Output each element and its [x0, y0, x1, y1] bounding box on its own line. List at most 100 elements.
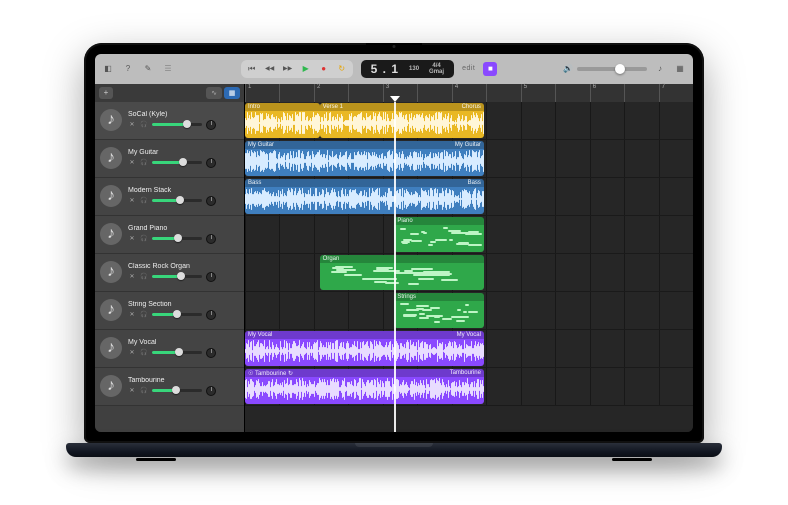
track-header[interactable]: ♪My Guitar✕🎧	[95, 140, 244, 178]
view-menu-button[interactable]: ▦	[673, 62, 687, 76]
track-lane[interactable]: Strings	[245, 292, 693, 330]
master-volume-knob[interactable]	[615, 64, 625, 74]
track-header[interactable]: ♪SoCal (Kyle)✕🎧	[95, 102, 244, 140]
track-volume-knob[interactable]	[173, 310, 181, 318]
track-lane[interactable]: My GuitarMy Guitar	[245, 140, 693, 178]
track-header[interactable]: ♪Tambourine✕🎧	[95, 368, 244, 406]
ruler-bar[interactable]: 5	[521, 84, 555, 102]
track-volume-knob[interactable]	[183, 120, 191, 128]
automation-toggle[interactable]: ∿	[206, 87, 222, 99]
play-button[interactable]: ▶	[299, 62, 313, 76]
ruler-bar[interactable]	[417, 84, 451, 102]
ruler-bar[interactable]: 6	[590, 84, 624, 102]
track-header[interactable]: ♪Grand Piano✕🎧	[95, 216, 244, 254]
track-volume-knob[interactable]	[172, 386, 180, 394]
ruler-bar[interactable]	[279, 84, 313, 102]
mute-button[interactable]: ✕	[128, 349, 136, 357]
track-volume-slider[interactable]	[152, 161, 202, 164]
track-volume-slider[interactable]	[152, 199, 202, 202]
playhead[interactable]	[394, 102, 396, 432]
track-volume-knob[interactable]	[179, 158, 187, 166]
track-volume-knob[interactable]	[176, 196, 184, 204]
track-volume-slider[interactable]	[152, 123, 202, 126]
region[interactable]: Piano	[394, 217, 484, 252]
master-volume[interactable]: 🔊	[563, 64, 647, 73]
rewind-button[interactable]: ◀◀	[263, 62, 277, 76]
track-lane[interactable]: My VocalMy Vocal	[245, 330, 693, 368]
solo-button[interactable]: 🎧	[140, 235, 148, 243]
add-track-button[interactable]: +	[99, 87, 113, 99]
ruler-bar[interactable]	[555, 84, 589, 102]
track-header[interactable]: ♪String Section✕🎧	[95, 292, 244, 330]
stop-button[interactable]: ■	[483, 62, 497, 76]
solo-button[interactable]: 🎧	[140, 311, 148, 319]
ruler-bar[interactable]: 4	[452, 84, 486, 102]
mute-button[interactable]: ✕	[128, 197, 136, 205]
track-volume-knob[interactable]	[175, 348, 183, 356]
track-volume-knob[interactable]	[177, 272, 185, 280]
track-volume-slider[interactable]	[152, 275, 202, 278]
editors-button[interactable]: ✎	[141, 62, 155, 76]
track-volume-slider[interactable]	[152, 389, 202, 392]
edit-label[interactable]: edit	[462, 65, 475, 72]
track-header[interactable]: ♪Modern Stack✕🎧	[95, 178, 244, 216]
mixer-button[interactable]: ☰	[161, 62, 175, 76]
key-commands-button[interactable]: ♪	[653, 62, 667, 76]
solo-button[interactable]: 🎧	[140, 387, 148, 395]
master-volume-slider[interactable]	[577, 67, 647, 71]
pan-knob[interactable]	[206, 120, 216, 130]
pan-knob[interactable]	[206, 158, 216, 168]
solo-button[interactable]: 🎧	[140, 349, 148, 357]
rewind-start-button[interactable]: ⏮	[245, 62, 259, 76]
track-lane[interactable]: Organ	[245, 254, 693, 292]
ruler-bar[interactable]	[486, 84, 520, 102]
track-header[interactable]: ♪Classic Rock Organ✕🎧	[95, 254, 244, 292]
region[interactable]: Strings	[394, 293, 484, 328]
ruler-bar[interactable]: 1	[245, 84, 279, 102]
region[interactable]: BassBass	[245, 179, 484, 214]
ruler-bar[interactable]	[624, 84, 658, 102]
region[interactable]: My GuitarMy Guitar	[245, 141, 484, 176]
pan-knob[interactable]	[206, 196, 216, 206]
track-lane[interactable]: Piano	[245, 216, 693, 254]
timeline[interactable]: 1234567 IntroVerse 1ChorusMy GuitarMy Gu…	[245, 84, 693, 432]
region[interactable]: Intro	[245, 103, 320, 138]
ruler-bar[interactable]	[348, 84, 382, 102]
region[interactable]: My VocalMy Vocal	[245, 331, 484, 366]
solo-button[interactable]: 🎧	[140, 273, 148, 281]
quicktips-button[interactable]: ?	[121, 62, 135, 76]
solo-button[interactable]: 🎧	[140, 159, 148, 167]
track-volume-slider[interactable]	[152, 313, 202, 316]
region[interactable]: Verse 1Chorus	[320, 103, 484, 138]
mute-button[interactable]: ✕	[128, 159, 136, 167]
pan-knob[interactable]	[206, 348, 216, 358]
track-lane[interactable]: IntroVerse 1Chorus	[245, 102, 693, 140]
mute-button[interactable]: ✕	[128, 235, 136, 243]
bar-ruler[interactable]: 1234567	[245, 84, 693, 102]
pan-knob[interactable]	[206, 386, 216, 396]
track-volume-knob[interactable]	[174, 234, 182, 242]
lcd-display[interactable]: 5 . 1 130 4/4 Gmaj	[361, 60, 454, 78]
solo-button[interactable]: 🎧	[140, 197, 148, 205]
track-header[interactable]: ♪My Vocal✕🎧	[95, 330, 244, 368]
pan-knob[interactable]	[206, 272, 216, 282]
region-view-toggle[interactable]: ▦	[224, 87, 240, 99]
region[interactable]: ☉ Tambourine ↻Tambourine	[245, 369, 484, 404]
mute-button[interactable]: ✕	[128, 121, 136, 129]
pan-knob[interactable]	[206, 310, 216, 320]
cycle-button[interactable]: ↻	[335, 62, 349, 76]
forward-button[interactable]: ▶▶	[281, 62, 295, 76]
ruler-bar[interactable]: 7	[659, 84, 693, 102]
track-lane[interactable]: ☉ Tambourine ↻Tambourine	[245, 368, 693, 406]
record-button[interactable]: ●	[317, 62, 331, 76]
track-lane[interactable]: BassBass	[245, 178, 693, 216]
region[interactable]: Organ	[320, 255, 484, 290]
ruler-bar[interactable]: 2	[314, 84, 348, 102]
mute-button[interactable]: ✕	[128, 387, 136, 395]
solo-button[interactable]: 🎧	[140, 121, 148, 129]
pan-knob[interactable]	[206, 234, 216, 244]
mute-button[interactable]: ✕	[128, 311, 136, 319]
library-button[interactable]: ◧	[101, 62, 115, 76]
track-volume-slider[interactable]	[152, 351, 202, 354]
mute-button[interactable]: ✕	[128, 273, 136, 281]
